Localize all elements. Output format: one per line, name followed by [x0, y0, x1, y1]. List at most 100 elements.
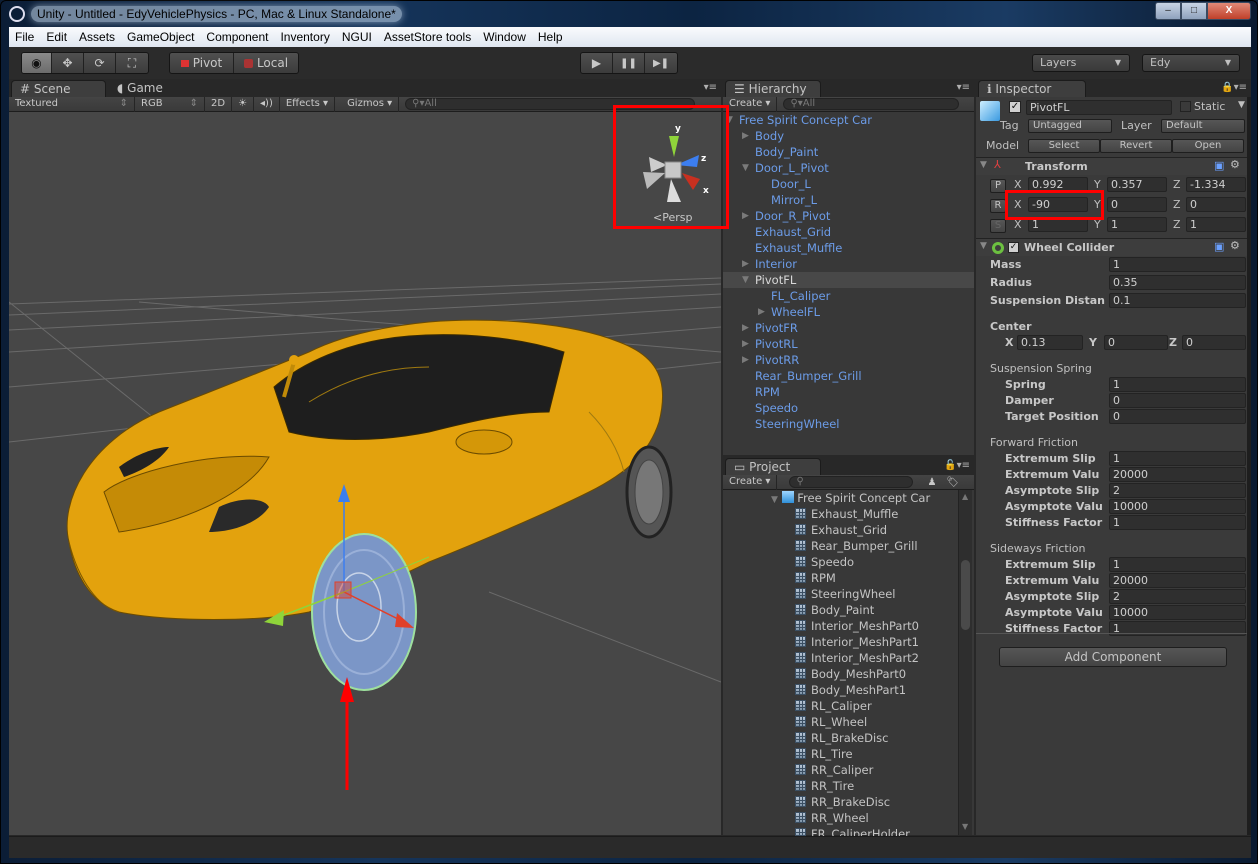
help-icon[interactable]: ▣: [1214, 240, 1224, 253]
active-checkbox[interactable]: ✓: [1009, 101, 1021, 113]
move-tool-button[interactable]: ✥: [52, 53, 84, 73]
center-x-field[interactable]: 0.13: [1017, 335, 1083, 350]
position-x-field[interactable]: 0.992: [1028, 177, 1088, 192]
play-button[interactable]: ▶: [581, 53, 613, 73]
collapse-icon[interactable]: ▼: [742, 160, 749, 176]
pause-button[interactable]: ❚❚: [613, 53, 645, 73]
radius-field[interactable]: 0.35: [1109, 275, 1246, 290]
scroll-up-icon[interactable]: ▲: [962, 492, 968, 501]
layer-dropdown[interactable]: Default: [1161, 119, 1245, 133]
scrollbar-thumb[interactable]: [961, 560, 970, 630]
project-item[interactable]: Body_MeshPart0: [723, 666, 974, 682]
wheel-collider-enabled-checkbox[interactable]: ✓: [1008, 242, 1019, 253]
spring-field[interactable]: 0: [1109, 409, 1246, 424]
add-component-button[interactable]: Add Component: [999, 647, 1227, 667]
project-item[interactable]: RL_Tire: [723, 746, 974, 762]
hierarchy-item[interactable]: ▼ Door_L_Pivot: [723, 160, 974, 176]
wheel-collider-header[interactable]: ▼ ✓ Wheel Collider ▣ ⚙: [976, 238, 1251, 256]
sideways-friction-field[interactable]: 2: [1109, 589, 1246, 604]
model-revert-button[interactable]: Revert: [1100, 139, 1172, 153]
scale-z-field[interactable]: 1: [1186, 217, 1246, 232]
tab-project[interactable]: ▭ Project: [725, 458, 821, 476]
model-select-button[interactable]: Select: [1028, 139, 1100, 153]
lighting-toggle[interactable]: ☀: [232, 96, 255, 112]
collapse-icon[interactable]: ▼: [742, 272, 749, 288]
lock-icon[interactable]: 🔒▾≡: [1221, 82, 1247, 93]
expand-icon[interactable]: ▶: [742, 128, 749, 144]
center-y-field[interactable]: 0: [1104, 335, 1168, 350]
hierarchy-item[interactable]: ▶ PivotRR: [723, 352, 974, 368]
render-mode-dropdown[interactable]: Textured ⇕: [9, 96, 135, 112]
gear-icon[interactable]: ⚙: [1230, 239, 1240, 252]
project-item[interactable]: Rear_Bumper_Grill: [723, 538, 974, 554]
hierarchy-create-dropdown[interactable]: Create ▾: [723, 96, 778, 112]
collapse-icon[interactable]: ▼: [726, 112, 733, 128]
project-item[interactable]: RL_Wheel: [723, 714, 974, 730]
spring-field[interactable]: 0: [1109, 393, 1246, 408]
suspension-distance-field[interactable]: 0.1: [1109, 293, 1246, 308]
hierarchy-item[interactable]: SteeringWheel: [723, 416, 974, 432]
menu-gameobject[interactable]: GameObject: [121, 30, 200, 44]
forward-friction-field[interactable]: 10000: [1109, 499, 1246, 514]
hierarchy-item[interactable]: Mirror_L: [723, 192, 974, 208]
transform-header[interactable]: ▼ ⅄ Transform ▣ ⚙: [976, 157, 1251, 175]
menu-edit[interactable]: Edit: [40, 30, 73, 44]
hierarchy-item[interactable]: Exhaust_Grid: [723, 224, 974, 240]
hierarchy-item[interactable]: RPM: [723, 384, 974, 400]
hierarchy-item[interactable]: ▶ PivotFR: [723, 320, 974, 336]
menu-assets[interactable]: Assets: [73, 30, 121, 44]
filter-by-label-icon[interactable]: 🏷: [946, 477, 959, 488]
rotation-x-field[interactable]: -90: [1028, 197, 1088, 212]
minimize-button[interactable]: –: [1155, 2, 1181, 20]
filter-by-type-icon[interactable]: ♟: [927, 477, 936, 488]
project-item[interactable]: Exhaust_Muffle: [723, 506, 974, 522]
expand-icon[interactable]: ▶: [742, 352, 749, 368]
menu-help[interactable]: Help: [532, 30, 569, 44]
forward-friction-field[interactable]: 1: [1109, 451, 1246, 466]
hierarchy-search-input[interactable]: ⚲▾All: [783, 98, 960, 110]
rotation-reset-button[interactable]: R: [990, 199, 1006, 213]
forward-friction-field[interactable]: 20000: [1109, 467, 1246, 482]
orientation-gizmo[interactable]: y z x <Persp: [627, 117, 721, 227]
project-item[interactable]: RR_Caliper: [723, 762, 974, 778]
hierarchy-item[interactable]: ▶ Door_R_Pivot: [723, 208, 974, 224]
tab-scene[interactable]: # Scene: [11, 80, 106, 98]
tab-hierarchy[interactable]: ☰ Hierarchy: [725, 80, 821, 98]
sideways-friction-field[interactable]: 1: [1109, 557, 1246, 572]
expand-icon[interactable]: ▶: [742, 320, 749, 336]
collapse-icon[interactable]: ▼: [980, 160, 987, 170]
expand-icon[interactable]: ▼: [771, 495, 778, 505]
gear-icon[interactable]: ⚙: [1230, 158, 1240, 171]
tab-game[interactable]: ◖ Game: [109, 80, 171, 98]
hierarchy-item[interactable]: ▼ Free Spirit Concept Car: [723, 112, 974, 128]
hierarchy-item[interactable]: ▶ PivotRL: [723, 336, 974, 352]
maximize-button[interactable]: □: [1181, 2, 1207, 20]
scene-viewport[interactable]: y z x <Persp: [9, 112, 721, 835]
view-tool-button[interactable]: ◉: [22, 53, 52, 73]
menu-assetstore-tools[interactable]: AssetStore tools: [378, 30, 477, 44]
project-item[interactable]: Speedo: [723, 554, 974, 570]
hierarchy-item[interactable]: Rear_Bumper_Grill: [723, 368, 974, 384]
forward-friction-field[interactable]: 1: [1109, 515, 1246, 530]
position-y-field[interactable]: 0.357: [1107, 177, 1167, 192]
scale-y-field[interactable]: 1: [1107, 217, 1167, 232]
expand-icon[interactable]: ▶: [742, 336, 749, 352]
layout-dropdown[interactable]: Edy ▼: [1142, 54, 1240, 72]
project-item[interactable]: SteeringWheel: [723, 586, 974, 602]
projection-toggle[interactable]: <Persp: [653, 211, 692, 224]
sideways-friction-field[interactable]: 20000: [1109, 573, 1246, 588]
expand-icon[interactable]: ▶: [742, 208, 749, 224]
position-reset-button[interactable]: P: [990, 179, 1006, 193]
close-button[interactable]: X: [1207, 2, 1251, 20]
menu-file[interactable]: File: [9, 30, 40, 44]
help-icon[interactable]: ▣: [1214, 159, 1224, 172]
audio-toggle[interactable]: ◂)): [254, 96, 280, 112]
menu-window[interactable]: Window: [477, 30, 532, 44]
hierarchy-item[interactable]: ▶ Body: [723, 128, 974, 144]
menu-ngui[interactable]: NGUI: [336, 30, 378, 44]
project-item[interactable]: Body_Paint: [723, 602, 974, 618]
hierarchy-item[interactable]: Speedo: [723, 400, 974, 416]
project-item[interactable]: Body_MeshPart1: [723, 682, 974, 698]
rotate-tool-button[interactable]: ⟳: [84, 53, 116, 73]
scale-x-field[interactable]: 1: [1028, 217, 1088, 232]
